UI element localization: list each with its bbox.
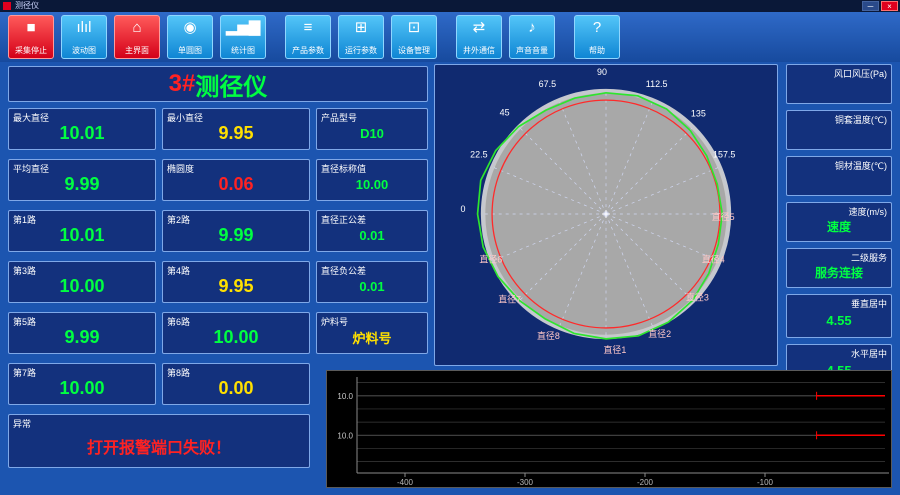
field-copper-material-temp: 铜材温度(℃) (786, 156, 892, 196)
field-path-1: 第1路 10.01 (8, 210, 156, 252)
run-params-icon: ⊞ (354, 19, 368, 36)
toolbar: ■ 采集停止 ılıl 波动图 ⌂ 主界面 ◉ 单圆图 ▂▅▇ 统计图 ≡ 产品… (0, 12, 900, 62)
svg-text:直径3: 直径3 (686, 291, 709, 302)
svg-text:135: 135 (691, 109, 706, 119)
field-vertical-centering: 垂直居中 4.55 (786, 294, 892, 338)
window-title: 测径仪 (15, 1, 39, 10)
toolbar-button-run-params[interactable]: ⊞ 运行参数 (338, 15, 384, 59)
close-button[interactable]: × (881, 1, 898, 11)
svg-text:45: 45 (500, 108, 510, 118)
field-path-4: 第4路 9.95 (162, 261, 310, 303)
svg-text:直径5: 直径5 (712, 211, 735, 222)
svg-text:直径7: 直径7 (498, 293, 521, 304)
bar-chart-icon: ▂▅▇ (225, 19, 261, 36)
toolbar-button-external-comm[interactable]: ⇄ 井外通信 (456, 15, 502, 59)
field-secondary-service: 二级服务 服务连接 (786, 248, 892, 288)
field-max-diameter: 最大直径 10.01 (8, 108, 156, 150)
minimize-button[interactable]: ─ (862, 1, 879, 11)
field-avg-diameter: 平均直径 9.99 (8, 159, 156, 201)
svg-text:直径8: 直径8 (537, 330, 560, 341)
circle-chart-icon: ◉ (183, 19, 197, 36)
svg-text:67.5: 67.5 (539, 79, 556, 89)
waveform-icon: ılıl (76, 19, 92, 36)
gauge-title: 3# 测径仪 (8, 66, 428, 102)
svg-text:-100: -100 (757, 478, 774, 487)
field-nominal-diameter: 直径标称值 10.00 (316, 159, 428, 201)
help-icon: ? (592, 19, 602, 36)
alarm-status: 异常 打开报警端口失败！ (8, 414, 310, 468)
field-copper-sleeve-temp: 铜套温度(℃) (786, 110, 892, 150)
svg-text:直径2: 直径2 (648, 328, 671, 339)
toolbar-button-product-params[interactable]: ≡ 产品参数 (285, 15, 331, 59)
field-tuyere-pressure: 风口风压(Pa) (786, 64, 892, 104)
home-icon: ⌂ (132, 19, 142, 36)
svg-text:0: 0 (460, 204, 465, 214)
polar-chart: 90 112.5 135 157.5 67.5 45 22.5 0 直径5 直径4 直径3 直径2 直径… (460, 67, 735, 355)
trend-chart-panel: -400 -300 -200 -100 10.0 10.0 (326, 370, 892, 488)
svg-text:157.5: 157.5 (713, 149, 735, 159)
svg-text:-400: -400 (397, 478, 414, 487)
svg-text:-300: -300 (517, 478, 534, 487)
trend-chart: -400 -300 -200 -100 10.0 10.0 (337, 377, 889, 487)
app-icon (3, 2, 11, 10)
svg-text:10.0: 10.0 (337, 392, 353, 401)
diameter-gauge-app: 测径仪 ─ × ■ 采集停止 ılıl 波动图 ⌂ 主界面 ◉ 单圆图 ▂▅▇ … (0, 0, 900, 495)
titlebar: 测径仪 ─ × (0, 0, 900, 12)
toolbar-button-help[interactable]: ? 帮助 (574, 15, 620, 59)
toolbar-button-circle-chart[interactable]: ◉ 单圆图 (167, 15, 213, 59)
product-params-icon: ≡ (303, 19, 313, 36)
svg-text:-200: -200 (637, 478, 654, 487)
svg-text:直径1: 直径1 (604, 344, 627, 355)
field-speed: 速度(m/s) 速度 (786, 202, 892, 242)
toolbar-button-device-manage[interactable]: ⊡ 设备管理 (391, 15, 437, 59)
stop-icon: ■ (26, 19, 36, 36)
field-min-diameter: 最小直径 9.95 (162, 108, 310, 150)
svg-text:直径6: 直径6 (479, 254, 502, 265)
toolbar-button-statistics[interactable]: ▂▅▇ 统计图 (220, 15, 266, 59)
toolbar-button-stop-capture[interactable]: ■ 采集停止 (8, 15, 54, 59)
device-icon: ⊡ (407, 19, 421, 36)
toolbar-button-sound-volume[interactable]: ♪ 声音音量 (509, 15, 555, 59)
svg-text:直径4: 直径4 (702, 254, 725, 265)
field-plus-tolerance: 直径正公差 0.01 (316, 210, 428, 252)
field-path-2: 第2路 9.99 (162, 210, 310, 252)
gauge-title-prefix: 3# (168, 70, 196, 97)
svg-text:112.5: 112.5 (646, 79, 668, 89)
field-product-model: 产品型号 D10 (316, 108, 428, 150)
field-ovality: 椭圆度 0.06 (162, 159, 310, 201)
communication-icon: ⇄ (472, 19, 486, 36)
field-path-7: 第7路 10.00 (8, 363, 156, 405)
svg-text:10.0: 10.0 (337, 431, 353, 440)
gauge-title-name: 测径仪 (195, 73, 268, 101)
field-path-5: 第5路 9.99 (8, 312, 156, 354)
sound-icon: ♪ (528, 19, 536, 36)
field-path-8: 第8路 0.00 (162, 363, 310, 405)
field-minus-tolerance: 直径负公差 0.01 (316, 261, 428, 303)
svg-text:90: 90 (597, 67, 607, 77)
toolbar-button-main-screen[interactable]: ⌂ 主界面 (114, 15, 160, 59)
polar-chart-panel: 90 112.5 135 157.5 67.5 45 22.5 0 直径5 直径4 直径3 直径2 直径… (434, 64, 778, 366)
toolbar-button-wave-chart[interactable]: ılıl 波动图 (61, 15, 107, 59)
svg-text:22.5: 22.5 (470, 149, 487, 159)
field-path-3: 第3路 10.00 (8, 261, 156, 303)
field-batch-number: 炉料号 炉料号 (316, 312, 428, 354)
field-path-6: 第6路 10.00 (162, 312, 310, 354)
